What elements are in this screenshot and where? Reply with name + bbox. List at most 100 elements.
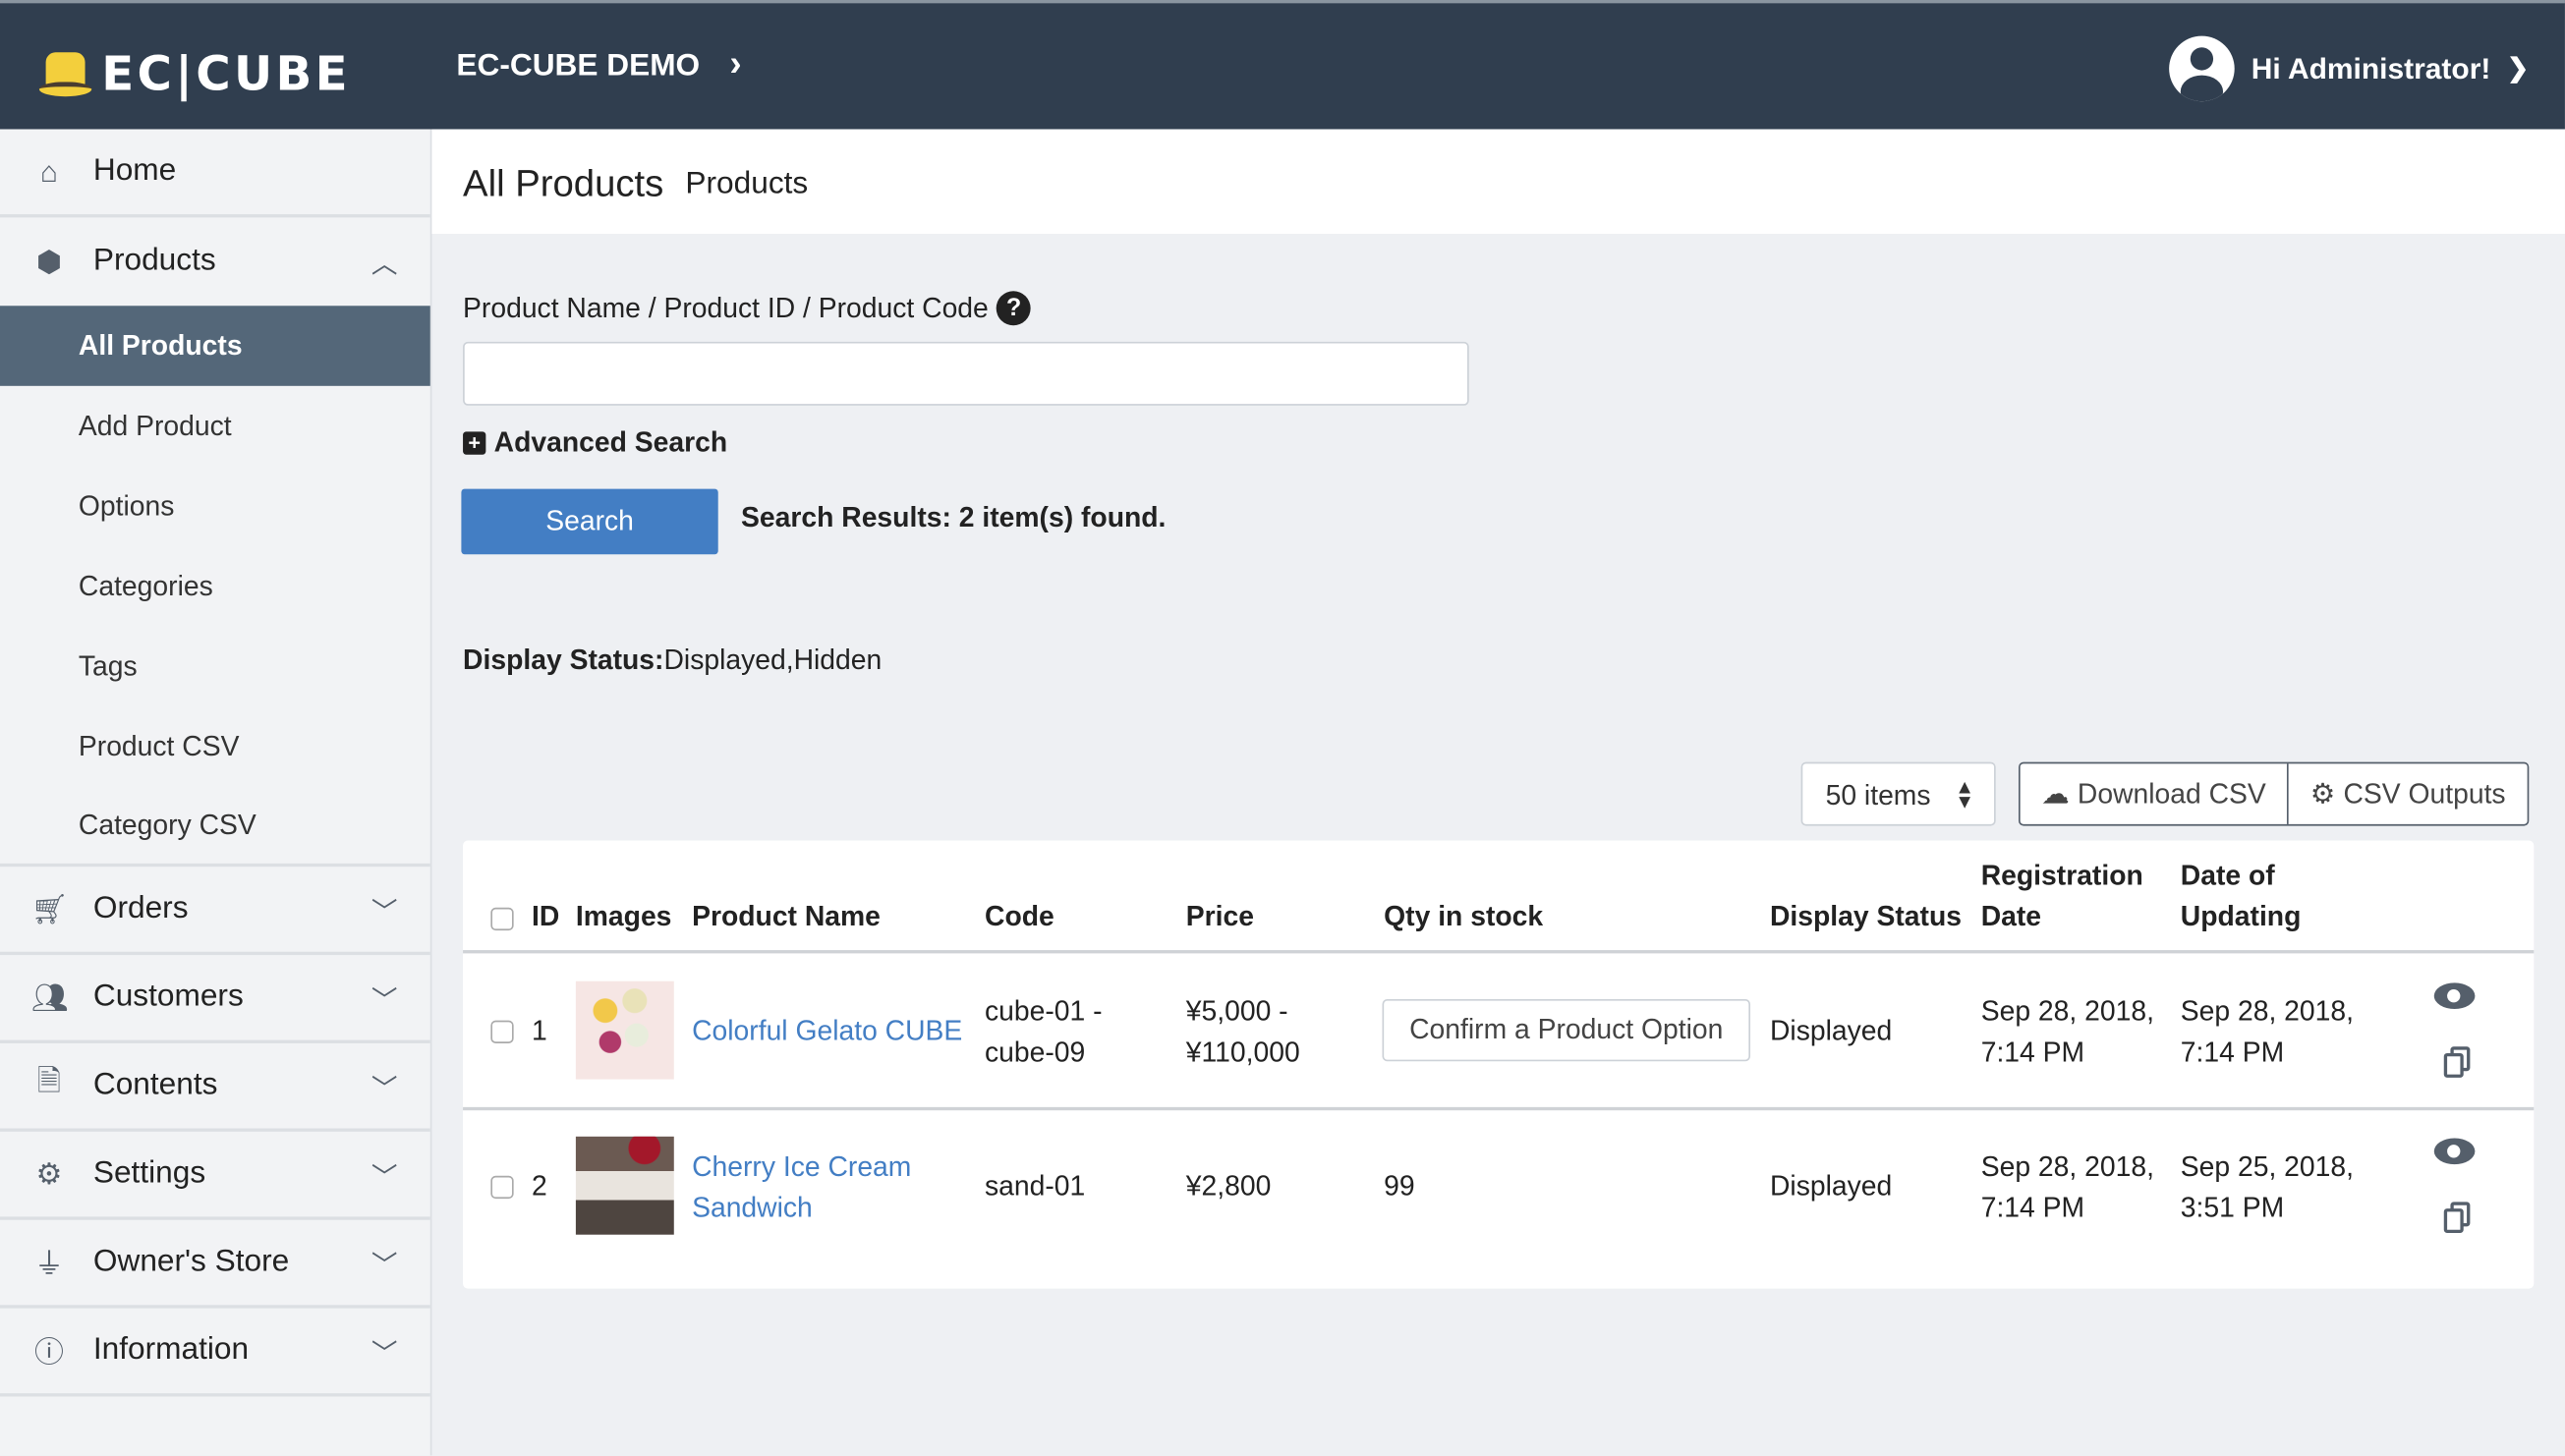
csv-outputs-label: CSV Outputs xyxy=(2343,777,2506,810)
products-table: ID Images Product Name Code Price Qty in… xyxy=(463,840,2535,1289)
registration-date: Sep 28, 2018, xyxy=(1980,995,2154,1028)
search-label: Product Name / Product ID / Product Code… xyxy=(463,291,1032,326)
row-checkbox[interactable] xyxy=(490,1175,514,1200)
ec-cube-logo[interactable]: EC|CUBE xyxy=(38,45,351,102)
advanced-search-label: Advanced Search xyxy=(493,426,728,459)
row-checkbox[interactable] xyxy=(490,1020,514,1043)
csv-outputs-button[interactable]: ⚙ CSV Outputs xyxy=(2287,763,2527,824)
product-price: ¥5,000 - xyxy=(1185,995,1288,1028)
col-images: Images xyxy=(575,901,672,932)
product-thumbnail[interactable] xyxy=(575,1136,674,1235)
page-header: All Products Products xyxy=(431,129,2565,235)
page-title: All Products xyxy=(463,161,664,205)
sidebar-subitem-all-products[interactable]: All Products xyxy=(0,306,430,386)
select-all-checkbox[interactable] xyxy=(490,907,514,931)
chevron-down-icon: ﹀ xyxy=(370,1253,398,1281)
sidebar-subitem-category-csv[interactable]: Category CSV xyxy=(0,787,430,868)
product-code-2: cube-09 xyxy=(985,1036,1086,1068)
sidebar-item-contents[interactable]: 🗎 Contents ﹀ xyxy=(0,1043,430,1132)
col-qty[interactable]: Qty in stock xyxy=(1384,896,1543,937)
product-price: ¥2,800 xyxy=(1185,1170,1272,1203)
shop-name-link[interactable]: EC-CUBE DEMO xyxy=(456,49,700,85)
eye-icon[interactable] xyxy=(2433,982,2476,1009)
col-code[interactable]: Code xyxy=(985,896,1054,937)
sidebar-subitem-options[interactable]: Options xyxy=(0,466,430,546)
file-icon: 🗎 xyxy=(36,1064,61,1097)
chevron-down-icon: ﹀ xyxy=(370,1076,398,1104)
download-csv-button[interactable]: ☁ Download CSV xyxy=(2021,763,2288,824)
registration-date: Sep 28, 2018, xyxy=(1980,1150,2154,1183)
copy-icon[interactable] xyxy=(2443,1046,2471,1079)
box-icon: ⬢ xyxy=(35,244,63,278)
col-id[interactable]: ID xyxy=(532,896,559,937)
info-icon: ⓘ xyxy=(33,1335,64,1370)
help-icon[interactable]: ? xyxy=(997,291,1032,326)
col-registration[interactable]: Registration xyxy=(1981,856,2143,897)
logo-text: EC|CUBE xyxy=(101,45,351,102)
home-icon: ⌂ xyxy=(39,154,58,188)
registration-time: 7:14 PM xyxy=(1980,1036,2085,1068)
sidebar-subitem-product-csv[interactable]: Product CSV xyxy=(0,706,430,787)
gear-icon: ⚙ xyxy=(35,1156,63,1190)
plus-square-icon: + xyxy=(463,431,486,455)
chevron-up-icon: ︿ xyxy=(370,252,398,280)
sidebar-subitem-add-product[interactable]: Add Product xyxy=(0,386,430,467)
sidebar-item-customers[interactable]: 👥︎ Customers ﹀ xyxy=(0,955,430,1043)
cloud-download-icon: ☁ xyxy=(2041,777,2070,810)
sidebar-item-settings[interactable]: ⚙ Settings ﹀ xyxy=(0,1132,430,1220)
sidebar-item-home[interactable]: ⌂ Home xyxy=(0,129,430,218)
col-updated-2[interactable]: Updating xyxy=(2181,896,2302,937)
sidebar-subitem-categories[interactable]: Categories xyxy=(0,546,430,627)
updated-date: Sep 25, 2018, xyxy=(2180,1150,2355,1183)
col-price[interactable]: Price xyxy=(1186,896,1254,937)
items-per-page-select[interactable]: 50 items ▲ ▼ xyxy=(1800,761,1996,826)
gear-icon: ⚙ xyxy=(2309,777,2336,810)
chevron-down-icon: ﹀ xyxy=(370,899,398,927)
copy-icon[interactable] xyxy=(2443,1202,2471,1234)
cart-icon: 🛒︎ xyxy=(30,891,69,925)
chevron-down-icon: ❯ xyxy=(2507,55,2530,84)
chevron-down-icon: ﹀ xyxy=(370,1340,398,1370)
sidebar-item-orders[interactable]: 🛒︎ Orders ﹀ xyxy=(0,867,430,956)
stock-qty: 99 xyxy=(1384,1170,1415,1203)
header-divider xyxy=(463,950,2535,954)
product-thumbnail[interactable] xyxy=(575,980,674,1080)
chevron-right-icon[interactable]: › xyxy=(729,42,741,84)
sidebar-item-label: Settings xyxy=(92,1155,206,1191)
plug-icon: ⏚ xyxy=(33,1248,64,1281)
csv-button-group: ☁ Download CSV ⚙ CSV Outputs xyxy=(2018,761,2529,826)
confirm-product-option-button[interactable]: Confirm a Product Option xyxy=(1382,999,1751,1062)
col-name[interactable]: Product Name xyxy=(692,896,881,937)
download-csv-label: Download CSV xyxy=(2077,777,2266,810)
sidebar-item-products[interactable]: ⬢ Products ︿ xyxy=(0,217,430,306)
search-button[interactable]: Search xyxy=(461,488,718,555)
product-name-link[interactable]: Cherry Ice Cream xyxy=(692,1147,911,1188)
display-status-filter: Display Status:Displayed,Hidden xyxy=(463,644,882,677)
product-code: sand-01 xyxy=(985,1170,1086,1203)
user-menu[interactable]: Hi Administrator! ❯ xyxy=(2169,35,2530,102)
sidebar: ⌂ Home ⬢ Products ︿ All Products Add Produc… xyxy=(0,129,432,1456)
sidebar-item-label: Information xyxy=(92,1332,250,1368)
search-input[interactable] xyxy=(463,341,1469,406)
page-subtitle: Products xyxy=(685,166,809,201)
logo-hat-icon xyxy=(38,49,92,98)
per-page-value: 50 items xyxy=(1825,779,1931,812)
product-name-link-2[interactable]: Sandwich xyxy=(692,1187,813,1228)
product-name-link[interactable]: Colorful Gelato CUBE xyxy=(692,1011,962,1052)
sidebar-item-label: Products xyxy=(92,244,216,278)
sidebar-item-label: Orders xyxy=(92,891,189,926)
col-registration-2[interactable]: Date xyxy=(1981,896,2041,937)
col-updated[interactable]: Date of xyxy=(2181,856,2275,897)
row-id: 2 xyxy=(531,1170,547,1203)
updated-time: 3:51 PM xyxy=(2180,1192,2285,1224)
sort-arrows-icon: ▲ ▼ xyxy=(1955,774,1975,813)
product-price-2: ¥110,000 xyxy=(1185,1036,1300,1068)
updated-date: Sep 28, 2018, xyxy=(2180,995,2355,1028)
sidebar-item-owners-store[interactable]: ⏚ Owner's Store ﹀ xyxy=(0,1220,430,1309)
sidebar-subitem-tags[interactable]: Tags xyxy=(0,627,430,707)
col-status[interactable]: Display Status xyxy=(1770,896,1962,937)
display-status-label: Display Status: xyxy=(463,644,664,676)
eye-icon[interactable] xyxy=(2433,1138,2476,1165)
sidebar-item-information[interactable]: ⓘ Information ﹀ xyxy=(0,1309,430,1397)
advanced-search-toggle[interactable]: + Advanced Search xyxy=(463,426,727,459)
